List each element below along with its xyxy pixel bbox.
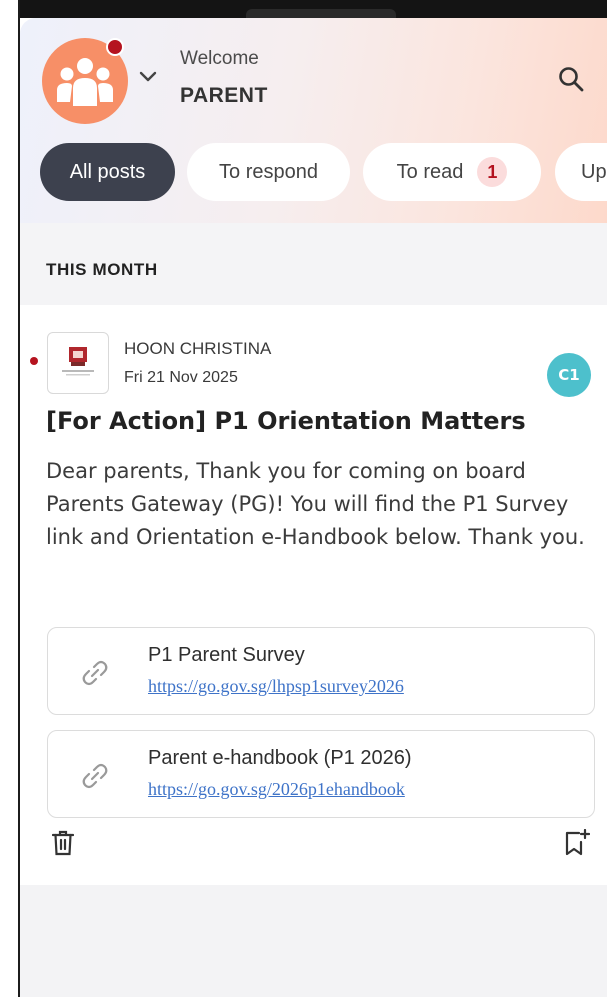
link-url[interactable]: https://go.gov.sg/lhpsp1survey2026 [148,676,404,697]
status-bar [0,0,607,18]
tab-label: Up [581,160,607,183]
user-role: PARENT [180,84,268,107]
post-sender: HOON CHRISTINA [124,339,272,358]
trash-icon[interactable] [52,830,74,856]
link-title: P1 Parent Survey [148,644,305,666]
tab-to-respond[interactable]: To respond [187,143,350,201]
tab-upcoming[interactable]: Up [555,143,607,201]
tab-label: To read [396,160,464,183]
window-edge [0,0,20,997]
tab-label: To respond [219,160,318,183]
notification-dot [106,38,124,56]
link-card-survey[interactable]: P1 Parent Survey https://go.gov.sg/lhpsp… [47,627,595,715]
post-title[interactable]: [For Action] P1 Orientation Matters [46,407,526,435]
link-url[interactable]: https://go.gov.sg/2026p1ehandbook [148,779,405,800]
search-icon[interactable] [558,66,584,92]
section-title: THIS MONTH [46,260,158,279]
link-icon [82,660,108,686]
bookmark-add-icon[interactable] [564,829,590,857]
link-title: Parent e-handbook (P1 2026) [148,747,412,769]
unread-dot [30,357,38,365]
school-logo [47,332,109,394]
tab-all-posts[interactable]: All posts [40,143,175,201]
link-card-handbook[interactable]: Parent e-handbook (P1 2026) https://go.g… [47,730,595,818]
post-card[interactable]: HOON CHRISTINA Fri 21 Nov 2025 C1 [For A… [20,305,607,885]
post-body: Dear parents, Thank you for coming on bo… [46,459,585,549]
chevron-down-icon[interactable] [138,70,158,84]
app-screen: Welcome PARENT All posts To respond To r… [20,18,607,997]
class-avatar: C1 [547,353,591,397]
welcome-label: Welcome [180,48,259,69]
post-date: Fri 21 Nov 2025 [124,369,238,386]
tab-to-read[interactable]: To read 1 [363,143,541,201]
school-crest-icon [62,347,94,376]
camera-notch [246,9,396,18]
section-header: THIS MONTH [20,223,607,305]
header: Welcome PARENT All posts To respond To r… [20,18,607,223]
family-avatar-icon [57,58,113,106]
tab-label: All posts [69,160,146,183]
unread-count-badge: 1 [477,157,508,187]
link-icon [82,763,108,789]
